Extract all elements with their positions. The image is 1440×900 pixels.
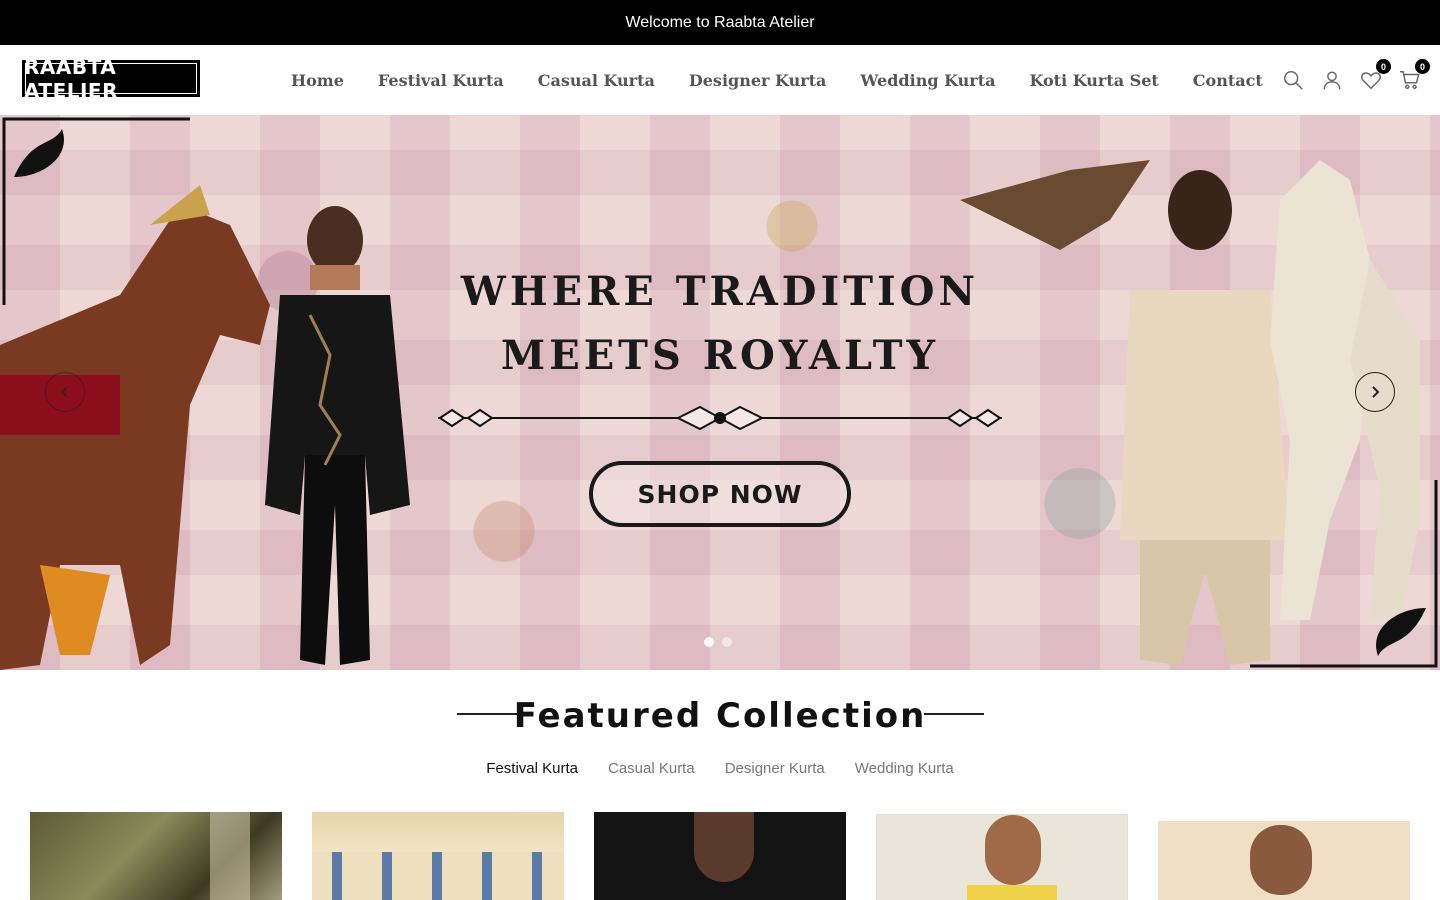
- ornament-corner-bottom-right-icon: [1250, 480, 1438, 668]
- product-card[interactable]: [30, 812, 282, 900]
- product-card[interactable]: [876, 814, 1128, 900]
- brand-logo[interactable]: RAABTA ATELIER: [22, 55, 200, 103]
- announcement-bar: Welcome to Raabta Atelier: [0, 0, 1440, 45]
- slider-dot-1[interactable]: [704, 637, 714, 647]
- slider-pagination: [704, 637, 732, 647]
- hero-ornament-divider-icon: [438, 405, 1002, 431]
- product-grid: [30, 812, 1410, 900]
- tab-festival-kurta[interactable]: Festival Kurta: [486, 760, 578, 777]
- site-header: RAABTA ATELIER Home Festival Kurta Casua…: [0, 45, 1440, 115]
- product-image: [694, 812, 754, 882]
- nav-item-festival-kurta[interactable]: Festival Kurta: [378, 71, 504, 90]
- nav-item-wedding-kurta[interactable]: Wedding Kurta: [860, 71, 995, 90]
- tab-designer-kurta[interactable]: Designer Kurta: [725, 760, 825, 777]
- chevron-right-icon: [1372, 386, 1380, 398]
- header-icons: 0 0: [1281, 45, 1430, 115]
- user-icon[interactable]: [1320, 68, 1344, 92]
- product-image: [1250, 825, 1312, 895]
- nav-item-casual-kurta[interactable]: Casual Kurta: [538, 71, 655, 90]
- cart-icon[interactable]: 0: [1398, 59, 1430, 92]
- hero-headline: WHERE TRADITION MEETS ROYALTY: [420, 260, 1020, 388]
- product-image: [312, 852, 564, 900]
- hero-model-black-kurta-image: [265, 206, 410, 665]
- heart-icon[interactable]: 0: [1359, 59, 1391, 92]
- hero-headline-line-2: MEETS ROYALTY: [500, 332, 940, 379]
- product-image: [985, 815, 1041, 885]
- announcement-text: Welcome to Raabta Atelier: [625, 13, 815, 31]
- featured-collection-section: Featured Collection Festival Kurta Casua…: [0, 670, 1440, 900]
- tab-casual-kurta[interactable]: Casual Kurta: [608, 760, 695, 777]
- product-card[interactable]: [594, 812, 846, 900]
- slider-prev-button[interactable]: [45, 372, 85, 412]
- chevron-left-icon: [60, 386, 68, 398]
- nav-item-koti-kurta-set[interactable]: Koti Kurta Set: [1029, 71, 1158, 90]
- product-image: [210, 812, 250, 900]
- product-card[interactable]: [312, 812, 564, 900]
- featured-collection-title: Featured Collection: [513, 696, 927, 736]
- search-icon[interactable]: [1281, 68, 1305, 92]
- slider-next-button[interactable]: [1355, 372, 1395, 412]
- nav-item-home[interactable]: Home: [291, 71, 344, 90]
- nav-item-contact[interactable]: Contact: [1193, 71, 1263, 90]
- logo-text: RAABTA ATELIER: [24, 54, 118, 103]
- cart-count-badge: 0: [1415, 59, 1430, 74]
- slider-dot-2[interactable]: [722, 637, 732, 647]
- hero-headline-line-1: WHERE TRADITION: [460, 268, 980, 315]
- shop-now-button[interactable]: SHOP NOW: [589, 461, 851, 527]
- nav-item-designer-kurta[interactable]: Designer Kurta: [689, 71, 827, 90]
- ornament-corner-top-left-icon: [2, 117, 190, 305]
- tab-wedding-kurta[interactable]: Wedding Kurta: [855, 760, 954, 777]
- hero-slider[interactable]: WHERE TRADITION MEETS ROYALTY SHOP NOW: [0, 115, 1440, 670]
- title-rule-right: [924, 713, 984, 715]
- wishlist-count-badge: 0: [1376, 59, 1391, 74]
- product-card[interactable]: [1158, 821, 1410, 900]
- main-nav: Home Festival Kurta Casual Kurta Designe…: [274, 45, 1280, 115]
- collection-tabs: Festival Kurta Casual Kurta Designer Kur…: [0, 760, 1440, 777]
